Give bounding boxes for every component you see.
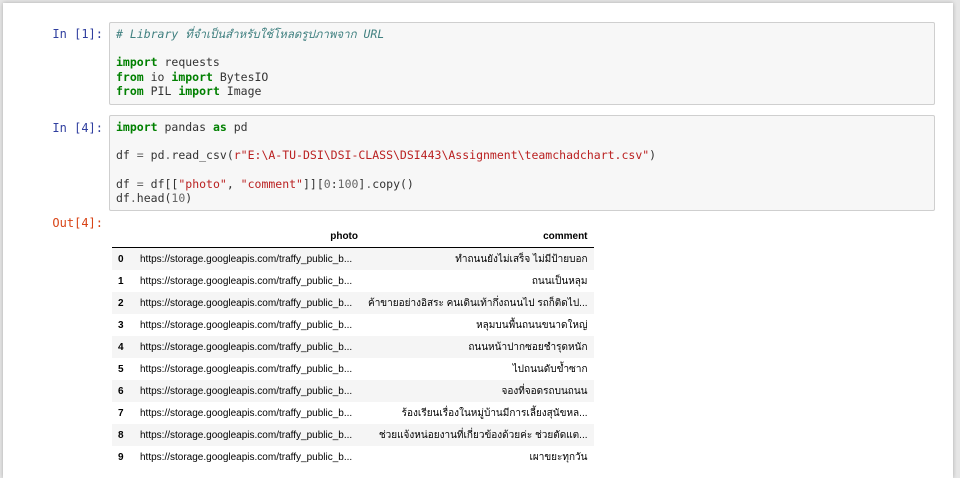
table-row: 4 https://storage.googleapis.com/traffy_p…: [112, 336, 594, 358]
cell-comment: ค้าขายอย่างอิสระ คนเดินเท้ากึ่งถนนไป รถก…: [368, 297, 588, 309]
cell-photo: https://storage.googleapis.com/traffy_pu…: [140, 297, 353, 309]
code-token: df: [116, 148, 137, 163]
cell-comment: จองที่จอดรถบนถนน: [501, 385, 588, 397]
table-header-row: photo comment: [112, 225, 594, 248]
code-token: df[[: [143, 176, 179, 191]
code-token: from: [116, 69, 144, 84]
code-token: read_csv(: [171, 148, 234, 163]
cell-photo: https://storage.googleapis.com/traffy_pu…: [140, 429, 353, 441]
code-token: ]][: [302, 176, 324, 191]
table-row: 2 https://storage.googleapis.com/traffy_p…: [112, 292, 594, 314]
code-token: pd: [143, 148, 165, 163]
row-index: 5: [118, 363, 124, 375]
code-token: 10: [171, 190, 186, 205]
code-line: df = df[["photo", "comment"]][0:100].cop…: [116, 177, 928, 191]
cell-photo: https://storage.googleapis.com/traffy_pu…: [140, 253, 353, 265]
input-prompt: In [4]:: [52, 121, 103, 135]
table-row: 3 https://storage.googleapis.com/traffy_p…: [112, 314, 594, 336]
row-index: 0: [118, 253, 124, 265]
code-token: PIL: [143, 83, 179, 98]
cell-comment: ช่วยแจ้งหน่อยงานที่เกี่ยวข้องด้วยค่ะ ช่ว…: [378, 429, 588, 441]
table-row: 5 https://storage.googleapis.com/traffy_p…: [112, 358, 594, 380]
code-editor[interactable]: import pandas as pd df = pd.read_csv(r"E:…: [109, 115, 935, 211]
column-header-photo: photo: [134, 225, 362, 248]
code-token: pd: [226, 120, 248, 134]
table-row: 7 https://storage.googleapis.com/traffy_p…: [112, 402, 594, 424]
code-token: df: [116, 190, 130, 205]
output-prompt: Out[4]:: [52, 216, 103, 230]
code-line: df.head(10): [116, 191, 928, 205]
code-token: "comment": [240, 176, 303, 191]
code-token: Image: [219, 83, 262, 98]
code-token: head(: [136, 190, 172, 205]
cell-photo: https://storage.googleapis.com/traffy_pu…: [140, 275, 353, 287]
row-index: 6: [118, 385, 124, 397]
code-line: df = pd.read_csv(r"E:\A-TU-DSI\DSI-CLASS…: [116, 148, 928, 162]
cell-comment: เผาขยะทุกวัน: [529, 451, 588, 463]
row-index: 8: [118, 429, 124, 441]
code-token: BytesIO: [212, 69, 269, 84]
code-token: "photo": [178, 176, 227, 191]
table-row: 6 https://storage.googleapis.com/traffy_p…: [112, 380, 594, 402]
cell-comment: หลุมบนพื้นถนนขนาดใหญ่: [476, 319, 588, 331]
dataframe-table: photo comment 0 https://storage.googleapi…: [112, 225, 594, 468]
table-row: 8 https://storage.googleapis.com/traffy_p…: [112, 424, 594, 446]
code-token: import: [116, 55, 158, 70]
code-token: 0: [323, 176, 331, 191]
table-row: 0 https://storage.googleapis.com/traffy_p…: [112, 247, 594, 270]
table-row: 1 https://storage.googleapis.com/traffy_p…: [112, 270, 594, 292]
code-token: ,: [226, 176, 241, 191]
cell-comment: ทำถนนยังไม่เสร็จ ไม่มีป้ายบอก: [455, 253, 588, 265]
row-index: 1: [118, 275, 124, 287]
cell-comment: ถนนเป็นหลุม: [531, 275, 588, 287]
code-token: import: [171, 69, 213, 84]
code-token: ): [185, 190, 193, 205]
code-token: ): [649, 148, 657, 163]
code-token: requests: [157, 55, 220, 70]
notebook-page: In [1]: # Library ที่จำเป็นสำหรับใช้โหลด…: [3, 3, 953, 478]
code-line: # Library ที่จำเป็นสำหรับใช้โหลดรูปภาพจา…: [116, 27, 928, 41]
code-token: df: [116, 176, 137, 191]
table-row: 9 https://storage.googleapis.com/traffy_p…: [112, 446, 594, 468]
cell-photo: https://storage.googleapis.com/traffy_pu…: [140, 341, 353, 353]
code-token: pandas: [157, 120, 213, 134]
row-index: 4: [118, 341, 124, 353]
cell-photo: https://storage.googleapis.com/traffy_pu…: [140, 319, 353, 331]
cell-photo: https://storage.googleapis.com/traffy_pu…: [140, 363, 353, 375]
code-token: import: [178, 83, 220, 98]
code-token: r"E:\A-TU-DSI\DSI-CLASS\DSI443\Assignmen…: [233, 148, 650, 163]
code-token: copy(): [372, 176, 414, 191]
row-index: 3: [118, 319, 124, 331]
code-token: :: [330, 176, 338, 191]
code-token: 100: [337, 176, 359, 191]
code-line: import requests: [116, 55, 928, 69]
code-token: import: [116, 120, 158, 134]
cell-comment: ร้องเรียนเรื่องในหมู่บ้านมีการเลี้ยงสุนั…: [401, 407, 588, 419]
code-token: from: [116, 83, 144, 98]
cell-photo: https://storage.googleapis.com/traffy_pu…: [140, 407, 353, 419]
code-line: from io import BytesIO: [116, 70, 928, 84]
row-index: 2: [118, 297, 124, 309]
cell-comment: ไปถนนดับข้ำซาก: [512, 363, 588, 375]
row-index: 7: [118, 407, 124, 419]
code-token: io: [143, 69, 172, 84]
code-token: # Library ที่จำเป็นสำหรับใช้โหลดรูปภาพจา…: [116, 27, 385, 41]
cell-comment: ถนนหน้าปากซอยชำรุดหนัก: [468, 341, 588, 353]
code-line: from PIL import Image: [116, 84, 928, 98]
code-editor[interactable]: # Library ที่จำเป็นสำหรับใช้โหลดรูปภาพจา…: [109, 22, 935, 105]
index-header: [112, 225, 134, 248]
code-token: as: [212, 120, 227, 134]
code-line: import pandas as pd: [116, 120, 928, 134]
code-token: =: [136, 148, 144, 163]
cell-photo: https://storage.googleapis.com/traffy_pu…: [140, 451, 353, 463]
cell-photo: https://storage.googleapis.com/traffy_pu…: [140, 385, 353, 397]
code-token: =: [136, 176, 144, 191]
input-prompt: In [1]:: [52, 27, 103, 41]
column-header-comment: comment: [362, 225, 594, 248]
code-token: .: [129, 190, 137, 205]
row-index: 9: [118, 451, 124, 463]
